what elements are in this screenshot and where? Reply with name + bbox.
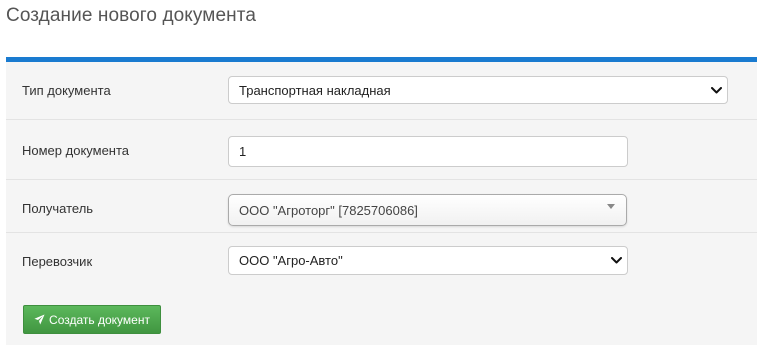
doc-number-input[interactable]: 1: [228, 136, 628, 167]
doc-type-select[interactable]: Транспортная накладная: [228, 76, 728, 104]
chevron-down-icon: [705, 77, 727, 103]
carrier-label: Перевозчик: [22, 254, 93, 269]
create-document-button[interactable]: Создать документ: [23, 305, 161, 334]
page-title: Создание нового документа: [6, 5, 256, 26]
recipient-value: ООО "Агроторг" [7825706086]: [239, 202, 418, 218]
form-row-doc-number: Номер документа 1: [6, 120, 757, 180]
doc-number-label: Номер документа: [22, 143, 130, 158]
paper-plane-icon: [34, 314, 45, 325]
carrier-select[interactable]: ООО "Агро-Авто": [228, 246, 628, 275]
doc-type-label: Тип документа: [22, 83, 111, 98]
recipient-select[interactable]: ООО "Агроторг" [7825706086]: [228, 194, 627, 226]
doc-number-value: 1: [239, 144, 247, 159]
form-row-doc-type: Тип документа Транспортная накладная: [6, 62, 757, 120]
recipient-label: Получатель: [22, 201, 94, 216]
carrier-value: ООО "Агро-Авто": [239, 253, 343, 268]
doc-type-value: Транспортная накладная: [239, 82, 391, 98]
chevron-down-icon: [605, 247, 627, 274]
form-row-carrier: Перевозчик ООО "Агро-Авто": [6, 233, 757, 291]
caret-down-icon: [607, 203, 615, 209]
document-form: Тип документа Транспортная накладная Ном…: [6, 57, 757, 345]
form-row-recipient: Получатель ООО "Агроторг" [7825706086]: [6, 180, 757, 233]
create-document-label: Создать документ: [49, 312, 150, 327]
